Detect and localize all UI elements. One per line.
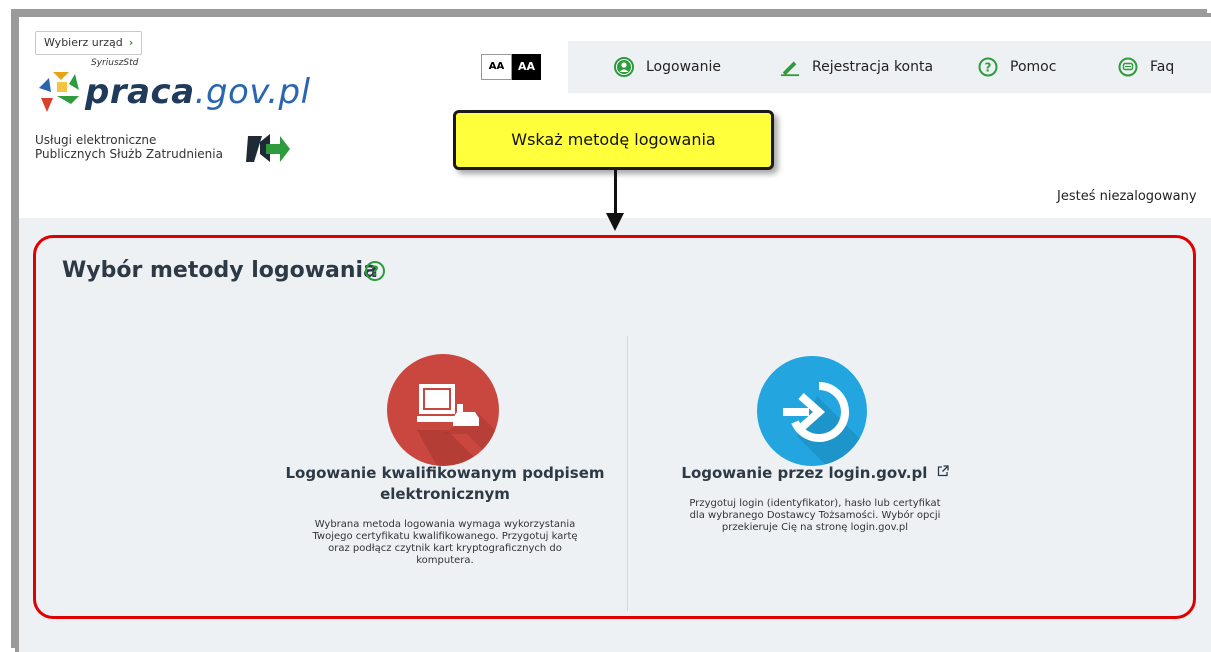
method-desc-line: Wybrana metoda logowania wymaga wykorzys… [314,519,576,530]
svg-text:?: ? [985,61,992,75]
callout-arrow-head [606,213,624,231]
nav-faq-label: Faq [1150,59,1175,75]
chevron-right-icon: › [128,36,134,49]
logo-text-praca: praca [85,72,195,112]
external-link-icon [937,465,949,477]
method-title-line-1: Logowanie kwalifikowanym podpisem [285,464,605,482]
logo-subtitle: SyriuszStd [91,58,139,68]
instruction-callout: Wskaż metodę logowania [453,110,774,170]
method-title: Logowanie kwalifikowanym podpisem elektr… [260,463,630,505]
method-desc-line: oraz podłącz czytnik kart kryptograficzn… [328,543,562,554]
chat-icon [1118,57,1138,77]
font-size-switch[interactable]: AA AA [481,54,541,80]
psz-logo-icon [246,134,290,162]
qualified-signature-icon-button[interactable] [387,354,499,466]
method-desc-line: przekieruje Cię na stronę login.gov.pl [721,522,909,533]
login-gov-icon-button[interactable] [757,356,867,466]
page-title: Wybór metody logowania [62,258,378,283]
method-desc-line: dla wybranego Dostawcy Tożsamości. Wybór… [689,510,941,521]
nav-login-label: Logowanie [646,59,721,75]
callout-arrow-line [614,170,617,218]
services-line-1: Usługi elektroniczne [35,133,157,147]
pencil-icon [780,57,800,77]
method-description: Przygotuj login (identyfikator), hasło l… [630,498,1000,534]
logo-text-gov: .gov.pl [194,72,311,112]
method-title-line-2: elektronicznym [380,485,510,503]
method-desc-line: Przygotuj login (identyfikator), hasło l… [689,498,941,509]
logo-arrows-icon [39,72,79,112]
choose-office-button[interactable]: Wybierz urząd › [35,31,143,55]
user-icon [614,57,634,77]
login-status: Jesteś niezalogowany [1057,189,1197,204]
help-icon[interactable]: ? [364,260,386,282]
method-qualified-signature[interactable]: Logowanie kwalifikowanym podpisem elektr… [260,463,630,567]
logo-text: praca.gov.pl [85,72,311,112]
font-size-large-button[interactable]: AA [512,54,541,80]
method-description: Wybrana metoda logowania wymaga wykorzys… [260,519,630,567]
nav-register-label: Rejestracja konta [812,59,934,75]
method-title-text: Logowanie przez login.gov.pl [681,464,928,482]
nav-faq[interactable]: Faq [1118,57,1174,77]
services-label: Usługi elektroniczne Publicznych Służb Z… [35,133,223,161]
method-login-gov[interactable]: Logowanie przez login.gov.pl Przygotuj l… [630,463,1000,534]
computer-card-reader-icon [417,384,499,466]
services-line-2: Publicznych Służb Zatrudnienia [35,147,223,161]
help-icon: ? [978,57,998,77]
nav-login[interactable]: Logowanie [614,57,721,77]
choose-office-label: Wybierz urząd [44,36,123,49]
svg-text:?: ? [371,265,379,280]
top-navigation: Logowanie Rejestracja konta ? Pomoc Faq [568,41,1211,93]
nav-help[interactable]: ? Pomoc [978,57,1056,77]
method-title: Logowanie przez login.gov.pl [630,463,1000,484]
nav-help-label: Pomoc [1010,59,1057,75]
login-arrow-icon [783,382,867,466]
nav-register[interactable]: Rejestracja konta [780,57,933,77]
method-desc-line: Twojego certyfikatu kwalifikowanego. Prz… [312,531,578,542]
method-desc-line: komputera. [416,555,474,566]
font-size-normal-button[interactable]: AA [481,54,512,80]
praca-gov-logo[interactable]: SyriuszStd praca.gov.pl [35,58,310,118]
